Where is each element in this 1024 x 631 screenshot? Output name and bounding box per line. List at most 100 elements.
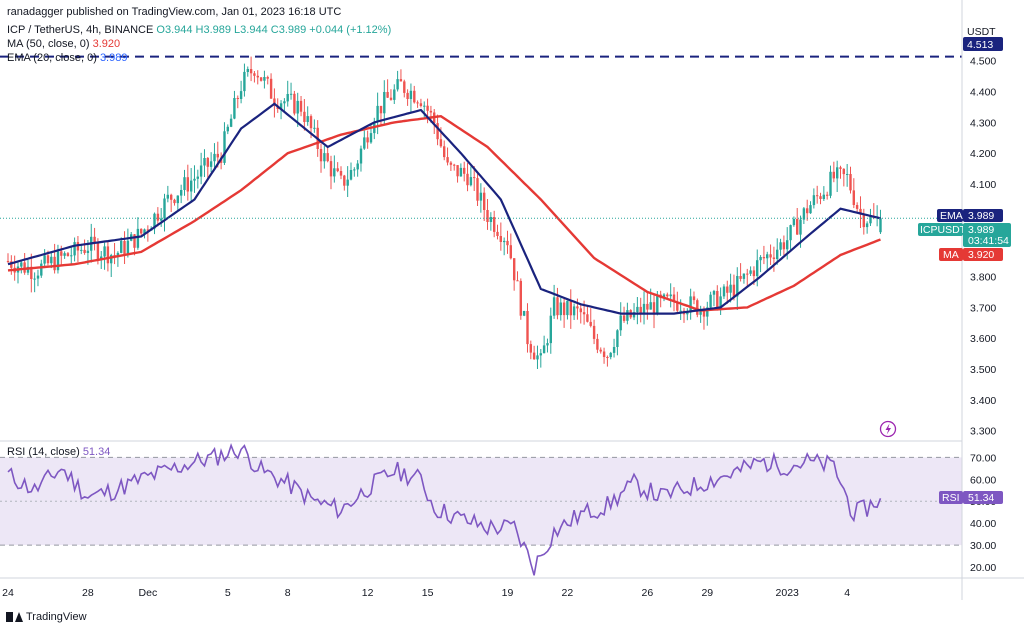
- svg-text:RSI: RSI: [942, 492, 960, 504]
- candle-body: [229, 118, 233, 127]
- price-tick-label: 4.400: [970, 87, 996, 99]
- candle-body: [749, 270, 752, 274]
- candle-body: [622, 315, 626, 321]
- rsi-legend[interactable]: RSI (14, close) 51.34: [7, 446, 110, 458]
- candle-body: [386, 92, 389, 98]
- candle-body: [50, 256, 53, 264]
- candle-body: [103, 246, 106, 257]
- candle-body: [689, 296, 692, 313]
- candle-body: [483, 192, 486, 210]
- candle-body: [489, 217, 493, 222]
- ma-legend-value: 3.920: [92, 38, 121, 50]
- candle-body: [283, 101, 286, 104]
- candle-body: [486, 210, 489, 222]
- candle-body: [66, 253, 70, 256]
- ma-price-tag: MA 3.920: [939, 248, 1003, 261]
- candle-body: [526, 311, 529, 345]
- ohlc-values: O3.944 H3.989 L3.944 C3.989 +0.044 (+1.1…: [156, 24, 392, 36]
- candle-body: [449, 162, 453, 165]
- candle-body: [120, 241, 123, 253]
- candle-body: [556, 297, 559, 316]
- svg-text:MA: MA: [943, 249, 959, 261]
- candle-body: [606, 357, 609, 358]
- candle-body: [819, 196, 822, 199]
- candle-body: [782, 242, 786, 250]
- candle-body: [469, 177, 473, 186]
- candle-body: [499, 236, 502, 242]
- price-tick-label: 3.500: [970, 364, 996, 376]
- symbol-line: ICP / TetherUS, 4h, BINANCE O3.944 H3.98…: [7, 24, 391, 36]
- candle-body: [216, 153, 219, 158]
- candle-body: [832, 171, 835, 179]
- candle-body: [163, 198, 166, 219]
- ema-legend-label: EMA (20, close, 0): [7, 52, 97, 64]
- candle-body: [203, 158, 206, 166]
- candle-body: [513, 258, 516, 281]
- candle-body: [263, 77, 266, 81]
- candle-body: [822, 194, 825, 199]
- candle-body: [669, 294, 672, 297]
- candle-body: [56, 251, 60, 271]
- candle-body: [609, 352, 612, 358]
- ema-legend[interactable]: EMA (20, close, 0) 3.989: [7, 52, 127, 64]
- candle-body: [493, 217, 496, 232]
- candle-body: [33, 278, 36, 280]
- candle-body: [289, 93, 293, 95]
- candle-body: [796, 219, 799, 235]
- candle-body: [509, 245, 512, 259]
- candle-body: [752, 270, 756, 277]
- candle-body: [409, 90, 413, 99]
- date-tick-label: 29: [701, 587, 713, 599]
- candle-body: [403, 81, 406, 93]
- candle-body: [256, 75, 259, 78]
- time-axis[interactable]: 24 28 Dec 5 8 12 15 19 22 26 29 2023 4: [2, 587, 850, 599]
- candle-body: [506, 240, 509, 246]
- candle-body: [166, 194, 169, 199]
- candle-body: [86, 250, 90, 253]
- candle-body: [446, 157, 449, 163]
- ma-legend[interactable]: MA (50, close, 0) 3.920: [7, 38, 120, 50]
- tradingview-brand: TradingView: [26, 611, 87, 623]
- candle-body: [839, 167, 842, 169]
- candle-body: [612, 347, 616, 353]
- candle-body: [236, 98, 239, 99]
- candle-body: [539, 353, 542, 356]
- date-tick-label: Dec: [139, 587, 158, 599]
- candle-body: [36, 275, 40, 279]
- candle-body: [855, 205, 859, 209]
- candle-body: [393, 89, 396, 100]
- candle-body: [536, 355, 539, 360]
- candle-body: [496, 231, 499, 236]
- svg-text:EMA: EMA: [940, 210, 963, 222]
- candle-body: [716, 291, 719, 309]
- candle-body: [739, 276, 742, 279]
- candle-body: [592, 325, 596, 339]
- symbol-title[interactable]: ICP / TetherUS, 4h, BINANCE: [7, 24, 153, 36]
- candle-body: [243, 71, 246, 92]
- candle-body: [389, 97, 393, 100]
- candle-body: [852, 190, 855, 205]
- candle-body: [829, 171, 832, 196]
- candle-body: [226, 126, 229, 132]
- price-pane[interactable]: [0, 55, 962, 369]
- rsi-value-tag: RSI 51.34: [939, 491, 1003, 504]
- tradingview-logo-icon: [6, 612, 23, 622]
- price-tick-label: 3.300: [970, 426, 996, 438]
- candle-body: [549, 315, 552, 344]
- rsi-axis[interactable]: 70.0060.0050.0040.0030.0020.00: [970, 452, 996, 574]
- candle-body: [759, 257, 762, 261]
- candle-body: [170, 194, 173, 200]
- candle-body: [383, 92, 386, 114]
- rsi-pane[interactable]: [0, 442, 962, 576]
- chart-canvas[interactable]: 4.500 4.400 4.300 4.200 4.100 3.800 3.700 3.600…: [0, 0, 1024, 631]
- candle-body: [812, 195, 816, 206]
- candle-body: [70, 255, 73, 257]
- candle-body: [206, 158, 209, 167]
- resistance-tag: 4.513: [963, 37, 1003, 51]
- date-tick-label: 5: [225, 587, 231, 599]
- candle-body: [602, 351, 606, 357]
- candle-body: [579, 308, 582, 313]
- candle-body: [742, 273, 746, 279]
- tradingview-logo[interactable]: TradingView: [6, 611, 87, 623]
- lightning-icon[interactable]: [879, 420, 897, 438]
